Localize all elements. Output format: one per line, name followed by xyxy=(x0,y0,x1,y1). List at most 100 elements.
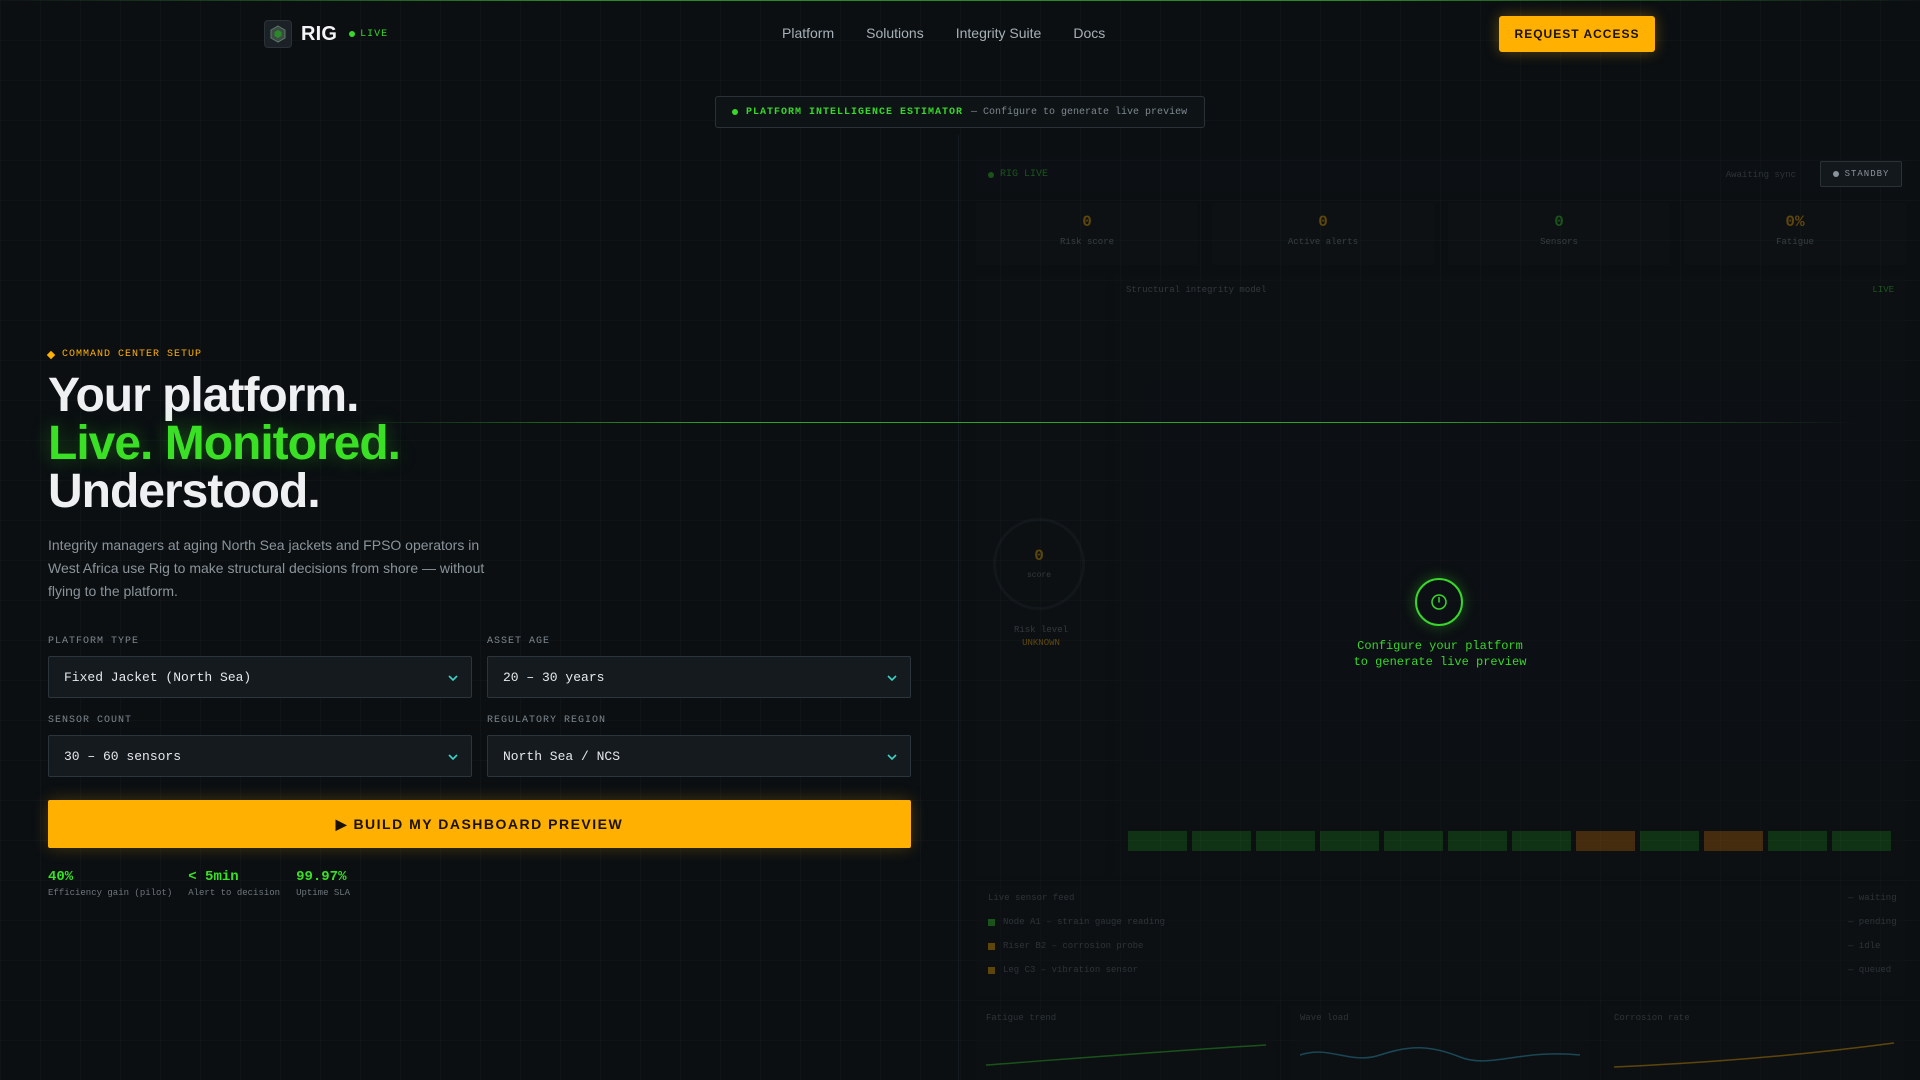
platform-type-select[interactable]: Fixed Jacket (North Sea) xyxy=(48,656,472,698)
nav-link-solutions[interactable]: Solutions xyxy=(866,25,924,41)
status-strip xyxy=(1576,831,1635,851)
preview-main-chart: Structural integrity model LIVE xyxy=(1114,275,1906,875)
chevron-down-icon xyxy=(448,754,458,761)
preview-live-indicator: RIG LIVE xyxy=(988,169,1048,180)
asset-age-select[interactable]: 20 – 30 years xyxy=(487,656,911,698)
standby-label: STANDBY xyxy=(1844,169,1890,179)
mini-chart-title: Wave load xyxy=(1300,1013,1349,1023)
stat-label: Efficiency gain (pilot) xyxy=(48,888,173,898)
kpi-label: Active alerts xyxy=(1287,237,1359,247)
regulatory-region-select[interactable]: North Sea / NCS xyxy=(487,735,911,777)
status-strip xyxy=(1832,831,1891,851)
hero-description: Integrity managers at aging North Sea ja… xyxy=(48,537,485,599)
risk-caption: Risk level xyxy=(1013,625,1068,635)
list-item-text: Riser B2 – corrosion probe xyxy=(1003,941,1144,951)
power-icon xyxy=(1415,578,1463,626)
top-nav: RIG LIVE Platform Solutions Integrity Su… xyxy=(0,0,1920,68)
list-item-value: — pending xyxy=(1848,917,1897,927)
headline-line-3: Understood. xyxy=(48,465,321,518)
sensor-count-label: SENSOR COUNT xyxy=(48,715,133,726)
estimator-banner: PLATFORM INTELLIGENCE ESTIMATOR — Config… xyxy=(715,96,1205,128)
mini-chart-title: Fatigue trend xyxy=(986,1013,1057,1023)
stat-value: < 5min xyxy=(188,869,239,885)
preview-main-title: Structural integrity model xyxy=(1126,285,1267,295)
status-strip xyxy=(1256,831,1315,851)
rig-logo-icon xyxy=(264,20,292,48)
eyebrow-text: COMMAND CENTER SETUP xyxy=(62,349,203,360)
stat-value: 99.97% xyxy=(296,869,347,885)
status-strip xyxy=(1128,831,1187,851)
kpi-label: Sensors xyxy=(1540,237,1578,247)
regulatory-region-value: North Sea / NCS xyxy=(503,748,621,764)
sensor-count-value: 30 – 60 sensors xyxy=(64,748,182,764)
status-strip xyxy=(1512,831,1571,851)
build-dashboard-button[interactable]: ▶ BUILD MY DASHBOARD PREVIEW xyxy=(48,800,911,848)
status-strip xyxy=(1320,831,1379,851)
stat-value: 40% xyxy=(48,869,74,885)
kpi-value: 0% xyxy=(1785,213,1805,231)
status-strip xyxy=(1704,831,1763,851)
live-dot-icon xyxy=(349,31,356,37)
mini-chart: Fatigue trend xyxy=(976,1005,1276,1080)
status-strip xyxy=(1384,831,1443,851)
regulatory-region-label: REGULATORY REGION xyxy=(487,715,607,726)
asset-age-value: 20 – 30 years xyxy=(503,669,605,685)
status-dot-icon xyxy=(732,109,738,115)
list-tag: — waiting xyxy=(1848,893,1897,903)
chevron-down-icon xyxy=(887,754,897,761)
page-title: Your platform. Live. Monitored. Understo… xyxy=(48,372,401,518)
stat-item: < 5min Alert to decision xyxy=(188,869,280,898)
status-strip xyxy=(1640,831,1699,851)
chevron-down-icon xyxy=(448,675,458,682)
mini-chart: Wave load xyxy=(1290,1005,1590,1080)
scan-line xyxy=(340,422,1860,423)
brand[interactable]: RIG LIVE xyxy=(264,20,388,48)
stat-item: 40% Efficiency gain (pilot) xyxy=(48,869,172,898)
sensor-count-select[interactable]: 30 – 60 sensors xyxy=(48,735,472,777)
estimator-label: PLATFORM INTELLIGENCE ESTIMATOR xyxy=(746,106,964,118)
status-square-icon xyxy=(988,942,995,950)
kpi-card: 0 Sensors xyxy=(1448,203,1670,265)
nav-link-docs[interactable]: Docs xyxy=(1073,25,1105,41)
risk-gauge: 0 score xyxy=(993,518,1085,610)
kpi-value: 0 xyxy=(1082,213,1092,231)
preview-header: RIG LIVE Awaiting sync xyxy=(976,157,1906,193)
brand-name: RIG xyxy=(301,22,338,45)
platform-type-value: Fixed Jacket (North Sea) xyxy=(64,669,252,685)
list-item-text: Leg C3 – vibration sensor xyxy=(1003,965,1139,975)
preview-overlay-message: Configure your platform to generate live… xyxy=(1290,638,1590,670)
stat-label: Alert to decision xyxy=(188,888,281,898)
list-item-value: — idle xyxy=(1848,941,1881,951)
preview-sidebar: 0 score Risk level UNKNOWN xyxy=(976,275,1106,875)
nav-link-platform[interactable]: Platform xyxy=(782,25,834,41)
list-item: Leg C3 – vibration sensor — queued xyxy=(988,965,1891,975)
nav-link-integrity-suite[interactable]: Integrity Suite xyxy=(956,25,1042,41)
kpi-label: Fatigue xyxy=(1776,237,1814,247)
kpi-card: 0% Fatigue xyxy=(1684,203,1906,265)
preview-sync-status: Awaiting sync xyxy=(1725,170,1796,180)
gauge-value: 0 xyxy=(1034,547,1044,565)
mini-chart: Corrosion rate xyxy=(1604,1005,1904,1080)
list-item: Riser B2 – corrosion probe — idle xyxy=(988,941,1880,951)
preview-live-label: RIG LIVE xyxy=(1000,169,1049,180)
request-access-button[interactable]: REQUEST ACCESS xyxy=(1499,16,1655,52)
kpi-card: 0 Risk score xyxy=(976,203,1198,265)
status-strip xyxy=(1192,831,1251,851)
stat-item: 99.97% Uptime SLA xyxy=(296,869,350,898)
status-square-icon xyxy=(988,918,995,926)
status-strip xyxy=(1448,831,1507,851)
eyebrow-label: COMMAND CENTER SETUP xyxy=(46,349,203,360)
status-strip xyxy=(1768,831,1827,851)
preview-main-tag: LIVE xyxy=(1872,285,1894,295)
list-item-value: — queued xyxy=(1848,965,1892,975)
list-item-text: Node A1 – strain gauge reading xyxy=(1003,917,1166,927)
status-strips xyxy=(1128,831,1891,851)
mini-chart-title: Corrosion rate xyxy=(1614,1013,1690,1023)
chevron-down-icon xyxy=(887,675,897,682)
asset-age-label: ASSET AGE xyxy=(487,636,551,647)
panel-divider xyxy=(958,135,959,1080)
nav-links: Platform Solutions Integrity Suite Docs xyxy=(782,25,1105,41)
overlay-line-2: to generate live preview xyxy=(1353,655,1527,669)
kpi-value: 0 xyxy=(1554,213,1564,231)
stats-row: 40% Efficiency gain (pilot) < 5min Alert… xyxy=(48,869,366,898)
